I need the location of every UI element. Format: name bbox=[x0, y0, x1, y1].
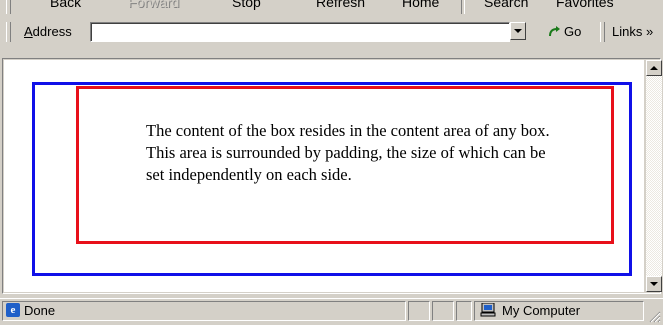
go-label: Go bbox=[564, 24, 582, 39]
ie-page-icon: e bbox=[6, 303, 20, 317]
scroll-down-button[interactable] bbox=[646, 276, 662, 292]
back-button[interactable]: Back bbox=[50, 0, 81, 10]
status-pane-main bbox=[2, 301, 406, 321]
links-bar-grip[interactable] bbox=[600, 22, 605, 42]
status-pane-progress bbox=[408, 301, 430, 321]
search-button[interactable]: Search bbox=[484, 0, 528, 10]
address-bar-grip[interactable] bbox=[6, 22, 11, 42]
my-computer-icon bbox=[480, 303, 496, 317]
vertical-scrollbar[interactable] bbox=[646, 60, 662, 292]
favorites-button[interactable]: Favorites bbox=[556, 0, 614, 10]
refresh-button[interactable]: Refresh bbox=[316, 0, 365, 10]
forward-button[interactable]: Forward bbox=[128, 0, 179, 10]
security-zone-label: My Computer bbox=[502, 303, 581, 318]
stop-button[interactable]: Stop bbox=[232, 0, 261, 10]
toolbar-grip[interactable] bbox=[6, 0, 11, 14]
home-button[interactable]: Home bbox=[402, 0, 439, 10]
go-button[interactable]: Go bbox=[546, 22, 588, 42]
status-text: Done bbox=[24, 303, 56, 318]
status-pane-offline bbox=[456, 301, 472, 321]
toolbar-separator bbox=[461, 0, 465, 14]
standard-toolbar: Back Forward Stop Refresh Home Search Fa… bbox=[0, 0, 663, 18]
address-bar: Address Go Links » bbox=[0, 18, 663, 46]
address-input[interactable] bbox=[90, 22, 510, 42]
go-arrow-icon bbox=[549, 26, 560, 37]
box-content-text: The content of the box resides in the co… bbox=[146, 121, 550, 184]
scroll-up-button[interactable] bbox=[646, 60, 662, 76]
status-pane-ssl bbox=[432, 301, 454, 321]
resize-grip-icon[interactable] bbox=[649, 311, 661, 323]
address-label: Address bbox=[24, 24, 72, 39]
status-bar: e Done My Computer bbox=[0, 298, 663, 325]
links-button[interactable]: Links » bbox=[612, 24, 653, 39]
address-dropdown-button[interactable] bbox=[510, 22, 526, 40]
